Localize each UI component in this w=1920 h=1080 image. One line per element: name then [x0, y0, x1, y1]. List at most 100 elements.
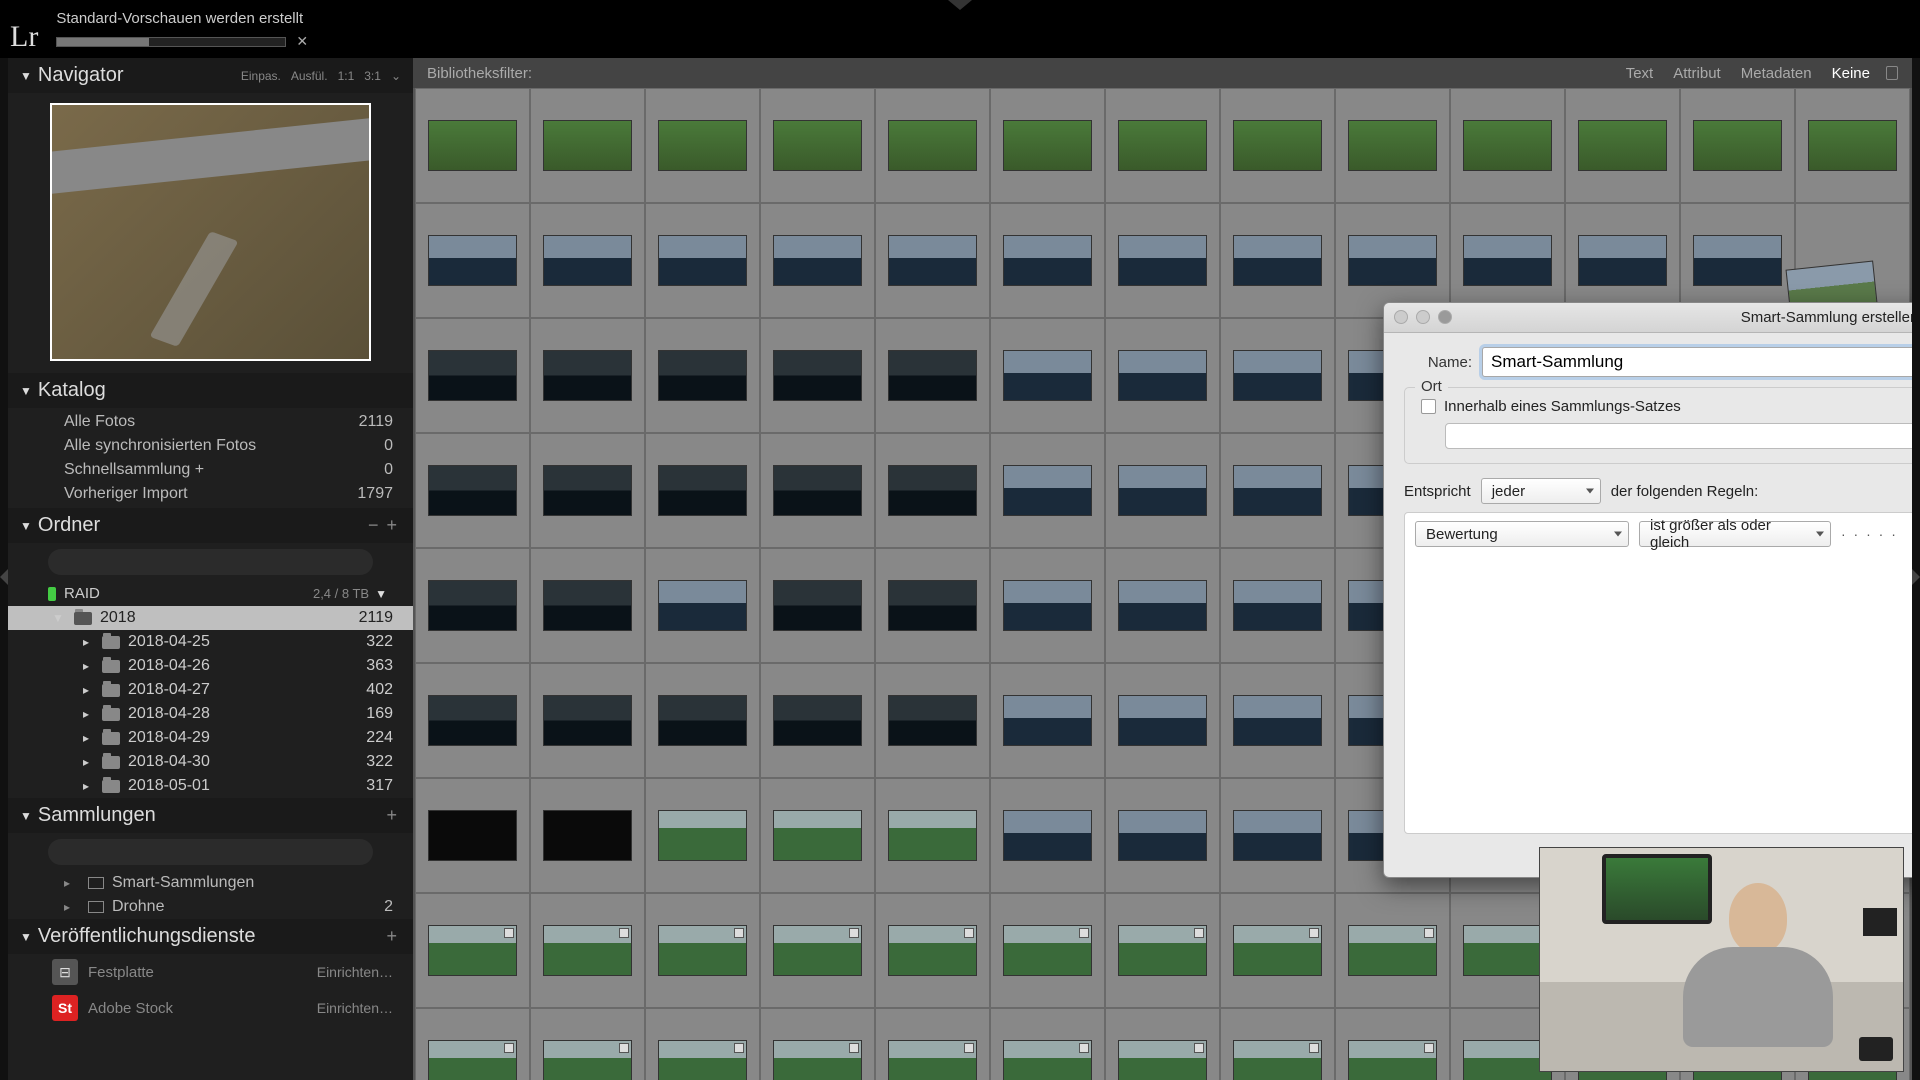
disclosure-icon[interactable]: ▼ — [20, 930, 32, 944]
traffic-light-icon[interactable] — [1394, 310, 1408, 324]
rule-field-select[interactable]: Bewertung — [1415, 521, 1629, 547]
grid-cell[interactable] — [1105, 778, 1220, 893]
grid-cell[interactable] — [1795, 88, 1910, 203]
grid-cell[interactable] — [875, 203, 990, 318]
rating-dots[interactable]: · · · · · — [1841, 526, 1898, 542]
grid-cell[interactable] — [760, 548, 875, 663]
grid-cell[interactable] — [1335, 203, 1450, 318]
grid-cell[interactable] — [530, 663, 645, 778]
grid-cell[interactable] — [990, 203, 1105, 318]
name-input[interactable] — [1482, 347, 1920, 377]
grid-cell[interactable] — [1680, 203, 1795, 318]
grid-cell[interactable] — [990, 1008, 1105, 1080]
right-edge-expand[interactable] — [1912, 58, 1920, 1080]
grid-cell[interactable] — [645, 88, 760, 203]
filter-lock-icon[interactable] — [1886, 66, 1898, 80]
close-icon[interactable]: ✕ — [292, 33, 312, 50]
grid-cell[interactable] — [1105, 548, 1220, 663]
publish-row[interactable]: StAdobe StockEinrichten… — [8, 990, 413, 1026]
folder-row[interactable]: ▸2018-04-28169 — [8, 702, 413, 726]
collection-row[interactable]: ▸Smart-Sammlungen — [8, 871, 413, 895]
grid-cell[interactable] — [760, 88, 875, 203]
grid-cell[interactable] — [760, 663, 875, 778]
grid-cell[interactable] — [875, 663, 990, 778]
grid-cell[interactable] — [530, 893, 645, 1008]
grid-cell[interactable] — [1105, 893, 1220, 1008]
grid-cell[interactable] — [530, 1008, 645, 1080]
grid-cell[interactable] — [990, 893, 1105, 1008]
grid-cell[interactable] — [990, 318, 1105, 433]
grid-cell[interactable] — [875, 318, 990, 433]
dialog-titlebar[interactable]: Smart-Sammlung erstellen — [1384, 303, 1920, 333]
grid-cell[interactable] — [760, 203, 875, 318]
nav-zoom-opt[interactable]: 1:1 — [338, 69, 355, 83]
navigator-preview[interactable] — [50, 103, 371, 361]
folder-year-row[interactable]: ▼ 2018 2119 — [8, 606, 413, 630]
grid-cell[interactable] — [875, 548, 990, 663]
grid-cell[interactable] — [760, 1008, 875, 1080]
rule-op-select[interactable]: ist größer als oder gleich — [1639, 521, 1831, 547]
grid-cell[interactable] — [1105, 318, 1220, 433]
collection-row[interactable]: ▸Drohne2 — [8, 895, 413, 919]
grid-cell[interactable] — [1220, 88, 1335, 203]
disclosure-icon[interactable]: ▼ — [20, 809, 32, 823]
grid-cell[interactable] — [1105, 433, 1220, 548]
grid-cell[interactable] — [1795, 203, 1910, 318]
plus-icon[interactable]: + — [382, 515, 401, 536]
grid-cell[interactable] — [875, 893, 990, 1008]
katalog-row[interactable]: Vorheriger Import1797 — [8, 482, 413, 506]
grid-cell[interactable] — [645, 778, 760, 893]
grid-cell[interactable] — [1220, 318, 1335, 433]
grid-cell[interactable] — [1105, 663, 1220, 778]
nav-zoom-opt[interactable]: ⌄ — [391, 69, 401, 83]
disclosure-icon[interactable]: ▸ — [78, 683, 94, 697]
grid-cell[interactable] — [760, 778, 875, 893]
grid-cell[interactable] — [1105, 88, 1220, 203]
grid-cell[interactable] — [530, 778, 645, 893]
folder-row[interactable]: ▸2018-04-27402 — [8, 678, 413, 702]
grid-cell[interactable] — [1565, 88, 1680, 203]
disclosure-icon[interactable]: ▸ — [78, 707, 94, 721]
filter-opt[interactable]: Keine — [1822, 65, 1880, 82]
traffic-light-icon[interactable] — [1438, 310, 1452, 324]
grid-cell[interactable] — [1105, 1008, 1220, 1080]
grid-cell[interactable] — [415, 778, 530, 893]
grid-cell[interactable] — [1220, 893, 1335, 1008]
grid-cell[interactable] — [645, 318, 760, 433]
disclosure-icon[interactable]: ▼ — [20, 384, 32, 398]
grid-cell[interactable] — [760, 893, 875, 1008]
disclosure-icon[interactable]: ▼ — [20, 69, 32, 83]
grid-cell[interactable] — [415, 433, 530, 548]
grid-cell[interactable] — [1220, 1008, 1335, 1080]
disclosure-icon[interactable]: ▸ — [78, 779, 94, 793]
grid-cell[interactable] — [530, 548, 645, 663]
grid-cell[interactable] — [645, 433, 760, 548]
folder-row[interactable]: ▸2018-05-01317 — [8, 774, 413, 798]
grid-cell[interactable] — [645, 893, 760, 1008]
volume-row[interactable]: RAID 2,4 / 8 TB ▼ — [8, 581, 413, 606]
grid-cell[interactable] — [990, 433, 1105, 548]
grid-cell[interactable] — [415, 663, 530, 778]
folder-row[interactable]: ▸2018-04-29224 — [8, 726, 413, 750]
publish-action[interactable]: Einrichten… — [317, 1000, 393, 1016]
disclosure-icon[interactable]: ▼ — [375, 587, 387, 601]
disclosure-icon[interactable]: ▸ — [78, 731, 94, 745]
katalog-row[interactable]: Alle Fotos2119 — [8, 410, 413, 434]
grid-cell[interactable] — [415, 893, 530, 1008]
grid-cell[interactable] — [415, 318, 530, 433]
traffic-light-icon[interactable] — [1416, 310, 1430, 324]
grid-cell[interactable] — [990, 663, 1105, 778]
left-edge-expand[interactable] — [0, 58, 8, 1080]
sammlungen-header[interactable]: ▼ Sammlungen + — [8, 798, 413, 833]
publish-header[interactable]: ▼ Veröffentlichungsdienste + — [8, 919, 413, 954]
grid-cell[interactable] — [875, 1008, 990, 1080]
grid-cell[interactable] — [990, 548, 1105, 663]
publish-row[interactable]: ⊟FestplatteEinrichten… — [8, 954, 413, 990]
katalog-row[interactable]: Schnellsammlung +0 — [8, 458, 413, 482]
grid-cell[interactable] — [645, 663, 760, 778]
grid-cell[interactable] — [1335, 88, 1450, 203]
minus-icon[interactable]: − — [364, 515, 383, 536]
filter-opt[interactable]: Text — [1616, 65, 1664, 82]
grid-cell[interactable] — [1220, 663, 1335, 778]
grid-cell[interactable] — [530, 433, 645, 548]
